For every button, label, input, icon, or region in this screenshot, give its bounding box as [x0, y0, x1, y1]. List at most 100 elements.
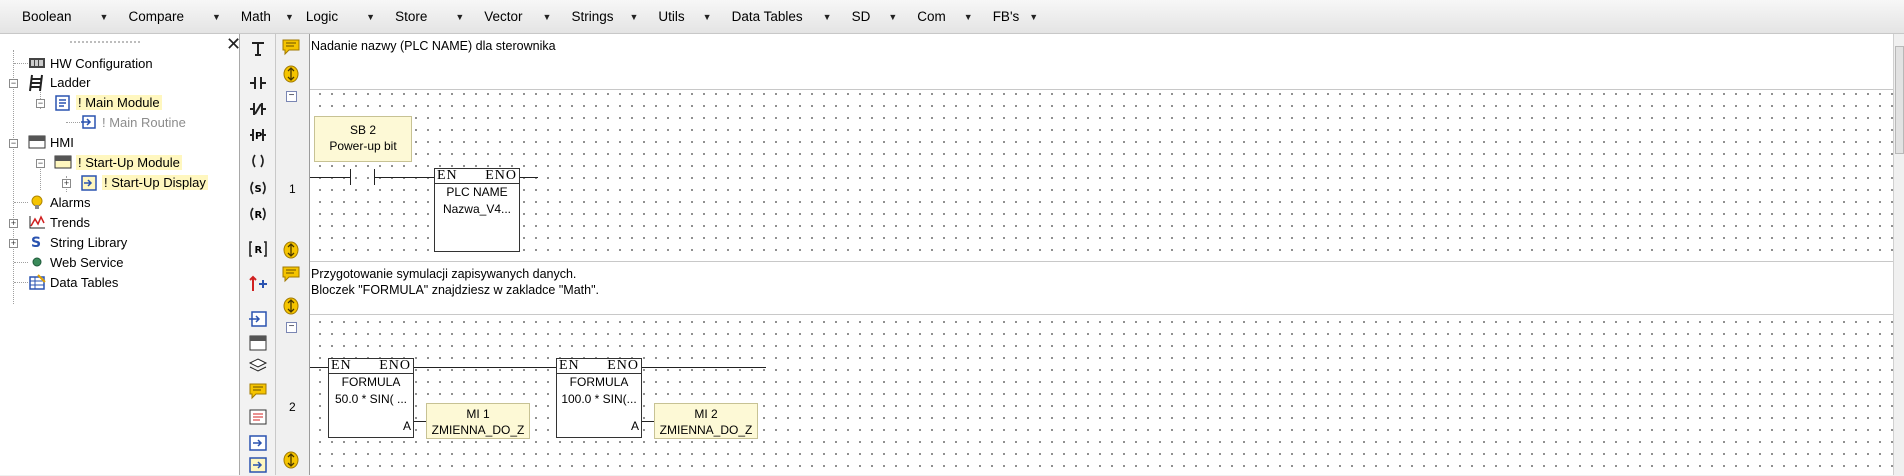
display-block-icon[interactable]	[246, 332, 270, 354]
menu-utils[interactable]: Utils ▼	[648, 4, 721, 30]
tree-item-main-module[interactable]: ! Main Module	[54, 93, 162, 111]
tree-item-label: HW Configuration	[50, 55, 153, 71]
expand-rung-arrows-icon[interactable]	[281, 450, 301, 470]
trend-chart-icon	[28, 214, 46, 230]
tree-item-main-routine[interactable]: ! Main Routine	[66, 113, 186, 131]
block-name: FORMULA	[341, 375, 401, 389]
tree-item-string-library[interactable]: S String Library	[28, 233, 128, 252]
menu-math[interactable]: Math ▼	[231, 4, 296, 30]
comment-icon[interactable]	[246, 380, 270, 402]
vertical-scrollbar[interactable]	[1893, 34, 1904, 475]
svg-text:S: S	[31, 235, 41, 250]
tree-item-startup-module[interactable]: ! Start-Up Module	[54, 153, 182, 171]
menu-fbs[interactable]: FB's ▼	[983, 4, 1049, 30]
tree-item-ladder[interactable]: Ladder	[28, 73, 90, 92]
block-parameter: 100.0 * SIN(...	[561, 392, 637, 406]
wire	[642, 367, 766, 368]
scrollbar-thumb[interactable]	[1895, 46, 1904, 154]
comment-text: Bloczek "FORMULA" znajdziesz w zakladce …	[311, 283, 599, 297]
list-comment-icon[interactable]	[246, 406, 270, 428]
set-coil-icon[interactable]: S	[246, 177, 270, 199]
ladder-canvas[interactable]: Nadanie nazwy (PLC NAME) dla sterownika …	[310, 34, 1893, 475]
call-subroutine-icon[interactable]	[246, 454, 270, 476]
coil-icon[interactable]	[246, 150, 270, 172]
insert-routine-icon[interactable]	[246, 308, 270, 330]
tree-item-label: Alarms	[50, 194, 91, 210]
comment-icon[interactable]	[281, 37, 301, 57]
menu-label: Logic	[305, 9, 339, 24]
rung-comment[interactable]: Nadanie nazwy (PLC NAME) dla sterownika	[310, 34, 1893, 88]
en-port: EN	[437, 168, 458, 183]
expand-rung-arrows-icon[interactable]	[281, 296, 301, 316]
menu-boolean[interactable]: Boolean ▼	[12, 4, 118, 30]
comment-text: Nadanie nazwy (PLC NAME) dla sterownika	[311, 39, 556, 53]
tree-item-hw-configuration[interactable]: HW Configuration	[14, 54, 153, 72]
tree-item-label: Data Tables	[50, 274, 119, 290]
ladder-tool-strip: P S R R	[240, 34, 276, 475]
en-port: EN	[559, 358, 580, 373]
output-port-a: A	[402, 419, 411, 433]
collapse-toggle[interactable]: −	[36, 159, 45, 168]
close-icon[interactable]: ✕	[226, 34, 241, 55]
ladder-icon	[28, 74, 46, 92]
collapse-toggle[interactable]: −	[9, 79, 18, 88]
comment-icon[interactable]	[281, 264, 301, 284]
eno-port: ENO	[607, 358, 639, 373]
expand-toggle[interactable]: +	[9, 219, 18, 228]
expand-rung-arrows-icon[interactable]	[281, 64, 301, 84]
formula-function-block[interactable]: EN ENO FORMULA 50.0 * SIN( ... A	[328, 358, 414, 438]
hmi-module-icon	[54, 154, 72, 170]
nc-contact-icon[interactable]	[246, 98, 270, 120]
tree-item-alarms[interactable]: Alarms	[14, 193, 90, 211]
panel-grip[interactable]	[70, 41, 140, 43]
text-tool-icon[interactable]	[246, 38, 270, 60]
menu-strings[interactable]: Strings ▼	[561, 4, 648, 30]
tree-item-label: Trends	[50, 214, 90, 230]
reset-coil-icon[interactable]: R	[246, 203, 270, 225]
collapse-rung-button[interactable]: −	[286, 322, 297, 333]
expand-toggle[interactable]: +	[62, 179, 71, 188]
collapse-toggle[interactable]: −	[9, 139, 18, 148]
menu-store[interactable]: Store ▼	[385, 4, 474, 30]
dropdown-arrow-icon: ▼	[284, 11, 294, 22]
eno-port: ENO	[485, 168, 517, 183]
menu-data-tables[interactable]: Data Tables ▼	[722, 4, 842, 30]
output-tag-label[interactable]: MI 2 ZMIENNA_DO_Z	[654, 403, 758, 439]
no-contact-icon[interactable]	[246, 72, 270, 94]
tree-item-trends[interactable]: Trends	[28, 213, 90, 231]
tree-item-hmi[interactable]: HMI	[28, 133, 74, 151]
dropdown-arrow-icon: ▼	[822, 11, 832, 22]
collapse-rung-button[interactable]: −	[286, 91, 297, 102]
expand-toggle[interactable]: +	[9, 239, 18, 248]
tree-item-label: ! Main Routine	[102, 114, 186, 130]
menu-vector[interactable]: Vector ▼	[474, 4, 561, 30]
stack-icon[interactable]	[246, 354, 270, 376]
routine-icon	[80, 114, 98, 130]
menu-com[interactable]: Com ▼	[907, 4, 982, 30]
wire	[310, 367, 328, 368]
block-name: FORMULA	[569, 375, 629, 389]
menu-label: SD	[851, 9, 871, 24]
tree-item-startup-display[interactable]: ! Start-Up Display	[80, 173, 208, 191]
data-table-icon	[28, 274, 46, 290]
rung-comment[interactable]: Przygotowanie symulacji zapisywanych dan…	[310, 262, 1893, 312]
call-module-icon[interactable]	[246, 432, 270, 454]
expand-rung-arrows-icon[interactable]	[281, 240, 301, 260]
menu-logic[interactable]: Logic ▼	[296, 4, 385, 30]
collapse-toggle[interactable]: −	[36, 99, 45, 108]
contact-tag-label[interactable]: SB 2 Power-up bit	[314, 116, 412, 162]
menu-sd[interactable]: SD ▼	[842, 4, 908, 30]
pulse-contact-icon[interactable]: P	[246, 124, 270, 146]
plc-name-function-block[interactable]: EN ENO PLC NAME Nazwa_V4...	[434, 168, 520, 252]
tree-item-label: String Library	[50, 234, 128, 250]
tree-item-data-tables[interactable]: Data Tables	[14, 273, 118, 291]
eno-port: ENO	[379, 358, 411, 373]
menu-compare[interactable]: Compare ▼	[118, 4, 230, 30]
menu-label: FB's	[992, 9, 1020, 24]
output-tag-label[interactable]: MI 1 ZMIENNA_DO_Z	[426, 403, 530, 439]
insert-rung-icon[interactable]	[246, 273, 270, 295]
tree-item-web-service[interactable]: Web Service	[14, 253, 123, 271]
formula-function-block[interactable]: EN ENO FORMULA 100.0 * SIN(... A	[556, 358, 642, 438]
reset-block-icon[interactable]: R	[246, 238, 270, 260]
menu-bar: Boolean ▼ Compare ▼ Math ▼ Logic ▼ Store ▼ Ve…	[0, 0, 1904, 34]
